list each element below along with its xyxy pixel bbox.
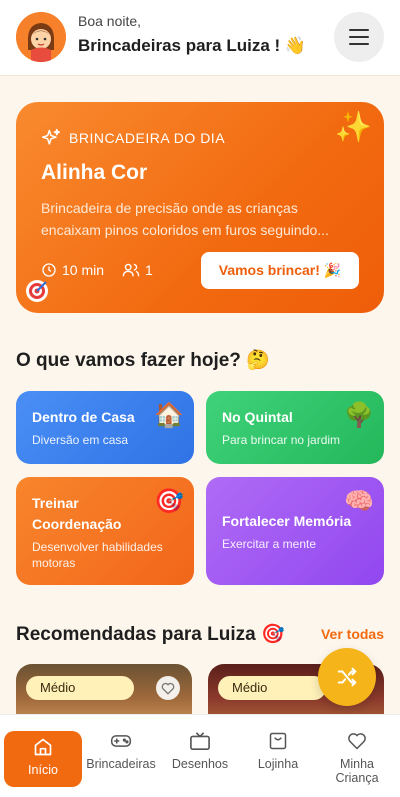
nav-label: Brincadeiras bbox=[86, 757, 156, 771]
section-title-recommended: Recomendadas para Luiza 🎯 bbox=[16, 624, 285, 645]
tv-icon bbox=[190, 732, 210, 750]
shuffle-button[interactable] bbox=[318, 648, 376, 706]
section-title-today: O que vamos fazer hoje? 🤔 bbox=[16, 350, 270, 371]
hamburger-icon bbox=[349, 29, 369, 45]
category-card-memory[interactable]: Fortalecer Memória Exercitar a mente 🧠 bbox=[206, 477, 384, 585]
category-title: Fortalecer Memória bbox=[222, 513, 352, 529]
category-subtitle: Diversão em casa bbox=[32, 433, 129, 447]
target-icon: 🎯 bbox=[154, 488, 184, 515]
category-card-backyard[interactable]: No Quintal Para brincar no jardim 🌳 bbox=[206, 391, 384, 464]
nav-item-home[interactable]: Início bbox=[4, 731, 82, 787]
duration-value: 10 min bbox=[62, 262, 105, 278]
category-title: Treinar Coordenação bbox=[32, 495, 122, 532]
nav-item-cartoons[interactable]: Desenhos bbox=[161, 731, 239, 787]
sparkle-emoji-icon: ✨ bbox=[334, 111, 372, 144]
activity-meta: 10 min 1 bbox=[41, 262, 153, 278]
category-subtitle: Exercitar a mente bbox=[222, 537, 317, 551]
players: 1 bbox=[122, 262, 153, 278]
page-title: Brincadeiras para Luiza ! 👋 bbox=[78, 36, 307, 55]
players-value: 1 bbox=[145, 262, 153, 278]
lets-play-button[interactable]: Vamos brincar! 🎉 bbox=[201, 252, 359, 289]
target-icon bbox=[24, 278, 50, 309]
duration: 10 min bbox=[41, 262, 104, 278]
category-subtitle: Desenvolver habilidades motoras bbox=[32, 540, 163, 570]
sparkles-icon bbox=[41, 128, 61, 145]
activity-title: Alinha Cor bbox=[41, 161, 148, 184]
hero-tag: BRINCADEIRA DO DIA bbox=[41, 128, 225, 148]
nav-item-my-child[interactable]: Minha Criança bbox=[318, 731, 396, 787]
clock-icon bbox=[42, 263, 56, 277]
top-header: Boa noite, Brincadeiras para Luiza ! 👋 bbox=[0, 0, 400, 76]
heart-icon bbox=[161, 682, 175, 695]
nav-label: Minha Criança bbox=[335, 757, 379, 785]
nav-label: Início bbox=[28, 763, 58, 777]
category-card-indoors[interactable]: Dentro de Casa Diversão em casa 🏠 bbox=[16, 391, 194, 464]
brain-icon: 🧠 bbox=[344, 488, 374, 515]
shuffle-icon bbox=[337, 667, 357, 687]
activity-description: Brincadeira de precisão onde as crianças… bbox=[41, 200, 329, 238]
favorite-button[interactable] bbox=[156, 676, 180, 700]
greeting-text: Boa noite, bbox=[78, 13, 142, 29]
shopping-bag-icon bbox=[269, 732, 287, 750]
users-icon bbox=[122, 263, 140, 277]
nav-label: Lojinha bbox=[257, 757, 299, 771]
nav-label: Desenhos bbox=[171, 757, 229, 771]
nav-item-shop[interactable]: Lojinha bbox=[239, 731, 317, 787]
menu-button[interactable] bbox=[334, 12, 384, 62]
bottom-navigation: Início Brincadeiras Desenhos Lojinha Min… bbox=[0, 714, 400, 797]
house-icon: 🏠 bbox=[154, 402, 184, 429]
tree-icon: 🌳 bbox=[344, 402, 374, 429]
difficulty-badge: Médio bbox=[26, 676, 134, 700]
gamepad-icon bbox=[110, 735, 132, 747]
category-title: Dentro de Casa bbox=[32, 409, 135, 425]
play-of-the-day-card[interactable]: BRINCADEIRA DO DIA ✨ Alinha Cor Brincade… bbox=[16, 102, 384, 313]
home-icon bbox=[34, 738, 52, 756]
difficulty-badge: Médio bbox=[218, 676, 326, 700]
hero-tag-label: BRINCADEIRA DO DIA bbox=[69, 130, 226, 146]
child-avatar[interactable] bbox=[16, 12, 66, 62]
see-all-link[interactable]: Ver todas bbox=[321, 626, 384, 642]
nav-item-games[interactable]: Brincadeiras bbox=[82, 731, 160, 787]
category-card-coordination[interactable]: Treinar Coordenação Desenvolver habilida… bbox=[16, 477, 194, 585]
category-subtitle: Para brincar no jardim bbox=[222, 433, 341, 447]
category-title: No Quintal bbox=[222, 409, 293, 425]
heart-icon bbox=[348, 733, 366, 750]
